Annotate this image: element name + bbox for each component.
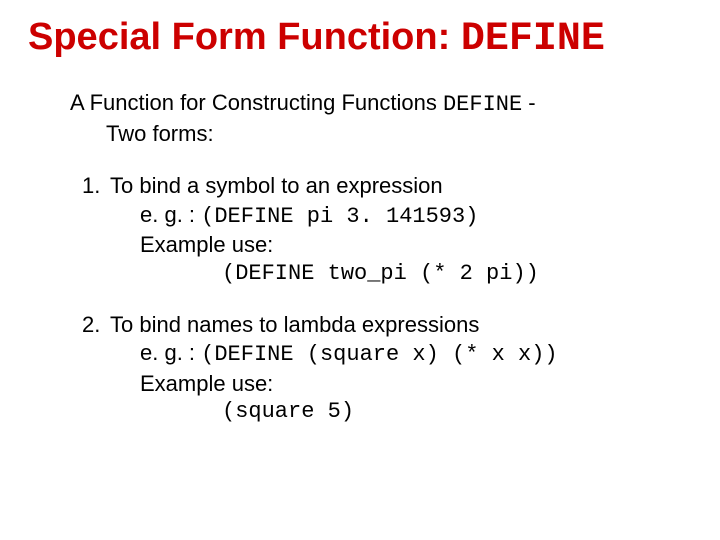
intro-line2: Two forms: — [70, 120, 692, 149]
item-example-line: e. g. : (DEFINE (square x) (* x x)) — [110, 339, 692, 370]
intro-paragraph: A Function for Constructing Functions DE… — [28, 89, 692, 148]
forms-list: 1. To bind a symbol to an expression e. … — [28, 172, 692, 427]
eg-code: (DEFINE (square x) (* x x)) — [201, 342, 557, 367]
title-keyword: DEFINE — [461, 17, 605, 62]
list-item: 1. To bind a symbol to an expression e. … — [110, 172, 692, 288]
item-use-label: Example use: — [110, 370, 692, 399]
list-item: 2. To bind names to lambda expressions e… — [110, 311, 692, 427]
item-use-code: (DEFINE two_pi (* 2 pi)) — [110, 260, 692, 289]
item-number: 1. — [82, 172, 100, 201]
item-head: To bind a symbol to an expression — [110, 173, 443, 198]
eg-label: e. g. : — [140, 202, 201, 227]
intro-line1-post: - — [522, 90, 535, 115]
title-prefix: Special Form Function: — [28, 16, 461, 58]
item-example-line: e. g. : (DEFINE pi 3. 141593) — [110, 201, 692, 232]
intro-line1-pre: A Function for Constructing Functions — [70, 90, 443, 115]
intro-keyword: DEFINE — [443, 92, 522, 117]
item-use-code: (square 5) — [110, 398, 692, 427]
item-head: To bind names to lambda expressions — [110, 312, 479, 337]
eg-code: (DEFINE pi 3. 141593) — [201, 204, 478, 229]
item-use-label: Example use: — [110, 231, 692, 260]
slide-title: Special Form Function: DEFINE — [28, 18, 692, 61]
item-number: 2. — [82, 311, 100, 340]
slide: Special Form Function: DEFINE A Function… — [0, 0, 720, 540]
eg-label: e. g. : — [140, 340, 201, 365]
